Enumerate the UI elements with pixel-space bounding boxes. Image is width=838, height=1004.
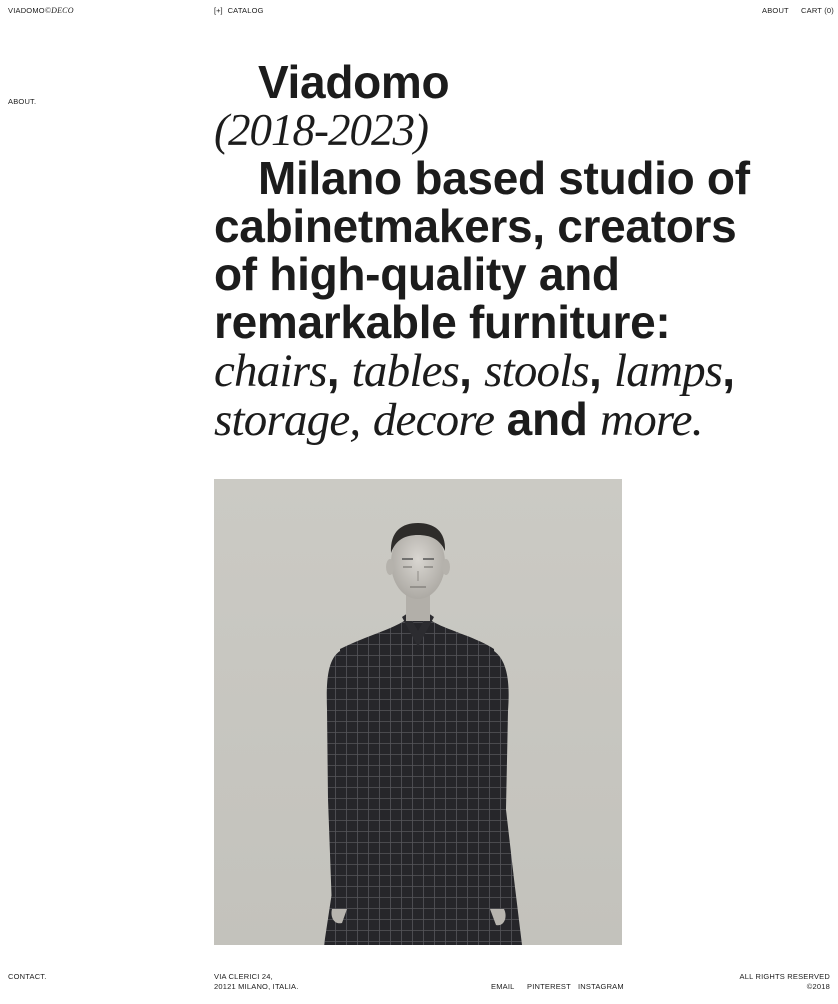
nav-about-link[interactable]: ABOUT	[762, 6, 789, 16]
address-line-1: VIA CLERICI 24,	[214, 972, 273, 981]
rights-text: ALL RIGHTS RESERVED	[739, 972, 830, 981]
rights-notice: ALL RIGHTS RESERVED ©2018	[740, 972, 831, 992]
pinterest-link[interactable]: PINTEREST	[527, 982, 571, 992]
portrait-photo	[214, 479, 622, 945]
item-lamps: lamps	[613, 345, 723, 397]
catalog-label: CATALOG	[227, 6, 264, 15]
logo-main: VIADOMO	[8, 6, 45, 15]
hero-line-4: remarkable furniture:	[214, 296, 671, 348]
hero-line-2: cabinetmakers, creators	[214, 200, 737, 252]
copyright-text: ©2018	[806, 982, 830, 991]
hero-line-3: of high-quality and	[214, 248, 620, 300]
item-storage: storage	[214, 394, 350, 446]
item-chairs: chairs	[214, 345, 328, 397]
instagram-link[interactable]: INSTAGRAM	[578, 982, 624, 992]
logo-suffix: ©DECO	[44, 6, 74, 15]
word-and: and	[506, 393, 588, 445]
plus-icon: [+]	[214, 6, 223, 15]
item-stools: stools	[484, 345, 590, 397]
logo[interactable]: VIADOMO©DECO	[8, 6, 74, 16]
section-label-about: ABOUT.	[8, 97, 37, 106]
address: VIA CLERICI 24, 20121 MILANO, ITALIA.	[214, 972, 299, 992]
studio-name: Viadomo	[258, 56, 450, 108]
item-tables: tables	[351, 345, 460, 397]
section-label-contact: CONTACT.	[8, 972, 47, 981]
cart-link[interactable]: CART (0)	[801, 6, 834, 16]
portrait-image	[214, 479, 622, 945]
email-link[interactable]: EMAIL	[491, 982, 515, 992]
hero-text: Viadomo (2018-2023) Milano based studio …	[214, 58, 824, 444]
hero-line-6: storage, decore and more.	[214, 393, 703, 446]
item-more: more.	[600, 394, 703, 446]
studio-years: (2018-2023)	[214, 105, 429, 155]
hero-line-1: Milano based studio of	[258, 152, 750, 204]
catalog-link[interactable]: [+] CATALOG	[214, 6, 264, 16]
address-line-2: 20121 MILANO, ITALIA.	[214, 982, 299, 991]
hero-line-5: chairs, tables, stools, lamps,	[214, 344, 735, 397]
item-decore: decore	[372, 394, 495, 446]
